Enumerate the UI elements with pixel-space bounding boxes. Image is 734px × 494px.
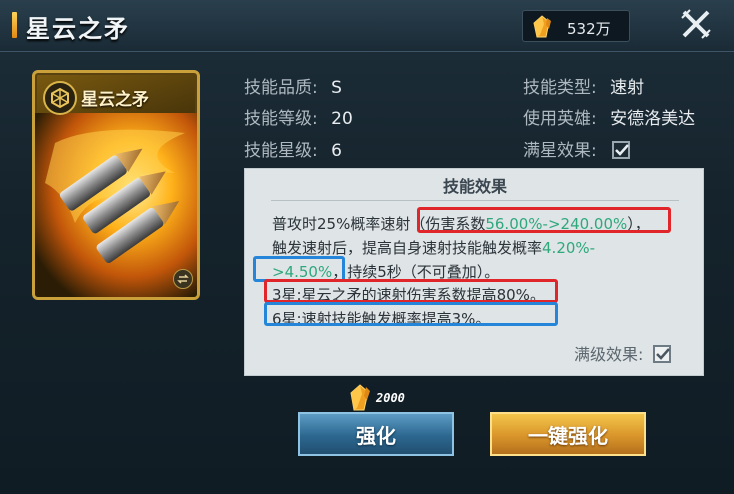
max-star-label: 满星效果: (523, 141, 597, 161)
type-value: 速射 (610, 78, 645, 98)
close-icon (681, 9, 711, 39)
highlight-box-star3 (264, 279, 558, 303)
trigger-chance-value-a: 4.20%- (542, 239, 596, 257)
effect-title-bar: 技能效果 (271, 175, 679, 201)
quality-label: 技能品质: (244, 78, 318, 98)
crystal-icon (533, 15, 551, 38)
info-max-star: 满星效果: (523, 136, 631, 161)
star-value: 6 (331, 141, 342, 161)
skill-effect-panel: 技能效果 普攻时25%概率速射（伤害系数56.00%->240.00%）， 触发… (244, 168, 704, 376)
skill-detail-window: 星云之矛 532万 星云之矛 技能品质: S 技能等级: 20 技能星级: 6 … (0, 0, 734, 494)
max-star-checkbox[interactable] (612, 141, 631, 159)
swap-icon[interactable] (173, 269, 193, 289)
info-quality: 技能品质: S (244, 73, 342, 98)
skill-card: 星云之矛 (32, 70, 200, 300)
spear-bullets-artwork (35, 113, 197, 297)
skill-emblem-icon (43, 81, 77, 115)
checkmark-icon (615, 144, 630, 156)
upgrade-all-button[interactable]: 一键强化 (490, 412, 646, 456)
close-button[interactable] (670, 2, 722, 46)
currency-display: 532万 (522, 10, 630, 42)
info-type: 技能类型: 速射 (523, 73, 644, 98)
max-level-effect: 满级效果: (574, 341, 671, 365)
header-bar: 星云之矛 532万 (0, 0, 734, 52)
effect-title: 技能效果 (442, 177, 507, 196)
info-star: 技能星级: 6 (244, 136, 342, 161)
effect-line-2: 触发速射后，提高自身速射技能触发概率4.20%- (272, 237, 595, 258)
highlight-box-damage (417, 207, 671, 233)
level-value: 20 (331, 109, 353, 129)
info-level: 技能等级: 20 (244, 104, 353, 129)
quality-value: S (331, 78, 342, 98)
hero-label: 使用英雄: (523, 109, 597, 129)
cost-amount: 2000 (376, 391, 405, 405)
max-level-label: 满级效果: (574, 345, 644, 364)
max-level-checkbox[interactable] (652, 345, 671, 363)
star-label: 技能星级: (244, 141, 318, 161)
page-title: 星云之矛 (26, 14, 130, 43)
effect-line-2-prefix: 触发速射后，提高自身速射技能触发概率 (272, 239, 543, 257)
currency-amount: 532万 (567, 20, 611, 38)
card-title: 星云之矛 (81, 90, 149, 110)
upgrade-button[interactable]: 强化 (298, 412, 454, 456)
type-label: 技能类型: (523, 78, 597, 98)
info-hero: 使用英雄: 安德洛美达 (523, 104, 695, 129)
hero-value: 安德洛美达 (610, 109, 696, 129)
highlight-box-star6 (264, 302, 558, 326)
checkmark-icon (655, 348, 670, 360)
title-accent-bar (12, 12, 17, 38)
crystal-icon (350, 384, 370, 411)
level-label: 技能等级: (244, 109, 318, 129)
